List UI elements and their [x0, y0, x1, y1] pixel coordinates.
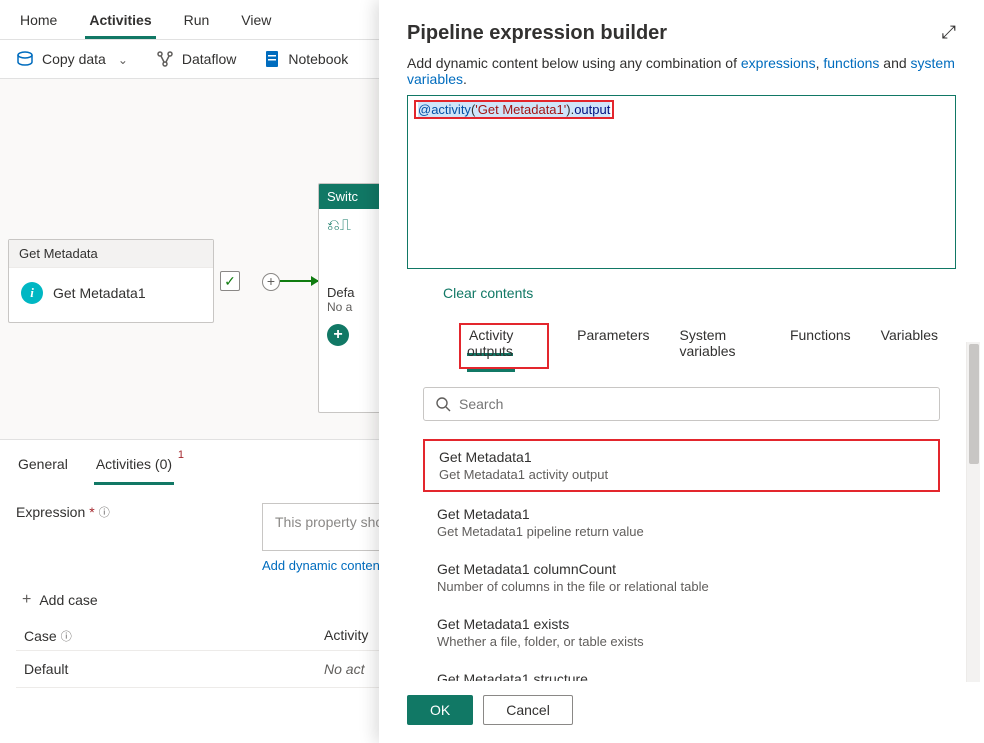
add-dynamic-content-link[interactable]: Add dynamic content [: [262, 558, 391, 573]
copy-data-icon: [16, 50, 34, 68]
list-item[interactable]: Get Metadata1 Get Metadata1 pipeline ret…: [423, 498, 940, 547]
builder-tabs: Activity outputs Parameters System varia…: [443, 323, 956, 369]
switch-icon: ⎌⎍: [327, 217, 379, 235]
expression-builder-panel: Pipeline expression builder ⤢ Add dynami…: [379, 0, 984, 743]
search-icon: [436, 397, 451, 412]
get-metadata-header: Get Metadata: [9, 240, 213, 268]
search-box[interactable]: [423, 387, 940, 421]
list-item[interactable]: Get Metadata1 columnCount Number of colu…: [423, 553, 940, 602]
dataflow-icon: [156, 50, 174, 68]
clear-contents-link[interactable]: Clear contents: [443, 285, 956, 301]
functions-link[interactable]: functions: [823, 55, 879, 71]
tab-activities[interactable]: Activities: [85, 6, 155, 39]
cancel-button[interactable]: Cancel: [483, 695, 573, 725]
switch-card[interactable]: Switc ⎌⎍ Defa No a +: [318, 183, 388, 413]
row-case: Default: [24, 661, 324, 677]
expand-icon[interactable]: ⤢: [942, 22, 956, 43]
add-connection-icon[interactable]: +: [262, 273, 280, 291]
tab-functions[interactable]: Functions: [788, 323, 853, 369]
list-item[interactable]: Get Metadata1 Get Metadata1 activity out…: [423, 439, 940, 492]
tab-system-variables[interactable]: System variables: [677, 323, 761, 369]
info-icon[interactable]: [61, 627, 72, 644]
panel-description: Add dynamic content below using any comb…: [407, 55, 956, 87]
switch-no-activities: No a: [327, 300, 379, 314]
tab-variables[interactable]: Variables: [879, 323, 940, 369]
tab-activity-outputs[interactable]: Activity outputs: [467, 323, 515, 372]
expression-label: Expression*: [16, 503, 246, 520]
notebook-button[interactable]: Notebook: [264, 50, 348, 68]
tab-run[interactable]: Run: [180, 6, 214, 39]
get-metadata-card[interactable]: Get Metadata i Get Metadata1: [8, 239, 214, 323]
scrollbar-thumb[interactable]: [969, 344, 979, 464]
results-list: Get Metadata1 Get Metadata1 activity out…: [423, 439, 940, 681]
switch-header: Switc: [319, 184, 387, 209]
tab-activities-props[interactable]: Activities (0)1: [94, 450, 174, 485]
col-case-label: Case: [24, 628, 57, 644]
ok-button[interactable]: OK: [407, 695, 473, 725]
info-icon[interactable]: [99, 503, 110, 520]
connector-arrow: [280, 280, 318, 282]
list-item[interactable]: Get Metadata1 exists Whether a file, fol…: [423, 608, 940, 657]
panel-title: Pipeline expression builder: [407, 22, 667, 45]
success-check-icon[interactable]: ✓: [220, 271, 240, 291]
tab-general[interactable]: General: [16, 450, 70, 485]
tab-view[interactable]: View: [237, 6, 275, 39]
expression-editor[interactable]: @activity('Get Metadata1').output: [407, 95, 956, 269]
list-item[interactable]: Get Metadata1 structure Data structure o…: [423, 663, 940, 681]
expressions-link[interactable]: expressions: [741, 55, 816, 71]
info-icon: i: [21, 282, 43, 304]
notebook-label: Notebook: [288, 51, 348, 67]
copy-data-label: Copy data: [42, 51, 106, 67]
dataflow-button[interactable]: Dataflow: [156, 50, 236, 68]
dataflow-label: Dataflow: [182, 51, 236, 67]
panel-footer: OK Cancel: [407, 681, 956, 725]
notebook-icon: [264, 50, 280, 68]
switch-default-label: Defa: [327, 285, 379, 300]
switch-add-icon[interactable]: +: [327, 324, 349, 346]
copy-data-button[interactable]: Copy data: [16, 50, 128, 68]
scrollbar[interactable]: [966, 342, 980, 682]
tab-parameters[interactable]: Parameters: [575, 323, 651, 369]
search-input[interactable]: [459, 396, 927, 412]
chevron-down-icon: [114, 51, 128, 67]
tab-home[interactable]: Home: [16, 6, 61, 39]
get-metadata-name: Get Metadata1: [53, 285, 146, 301]
